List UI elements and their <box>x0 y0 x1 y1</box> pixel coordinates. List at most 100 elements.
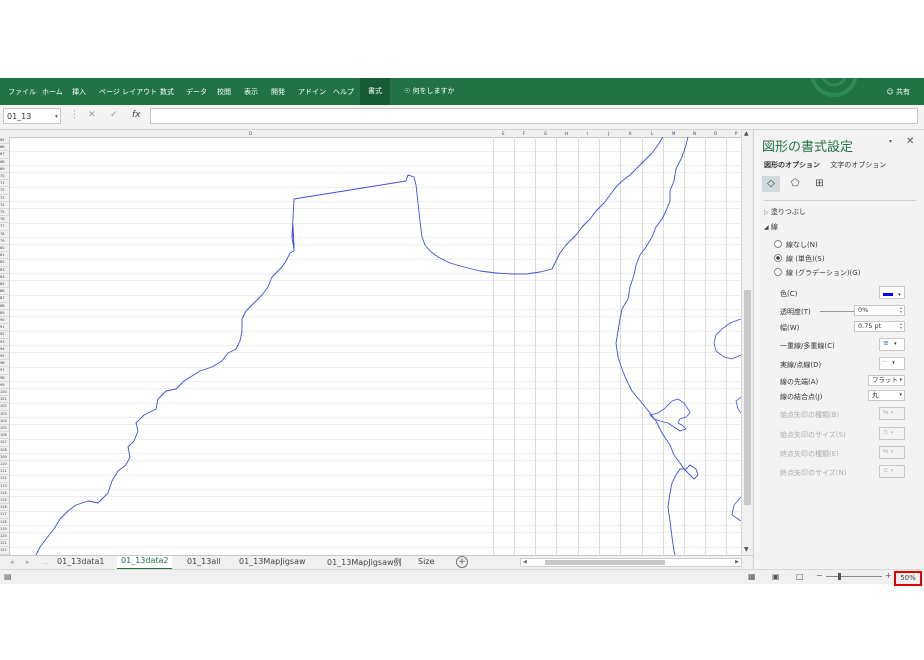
page-layout-view-icon[interactable]: ▣ <box>772 572 780 581</box>
row-header[interactable]: 107 <box>0 439 9 447</box>
end-arrow-type-dropdown[interactable]: ⇆ ▾ <box>879 446 905 459</box>
row-header[interactable]: 65 <box>0 137 9 145</box>
share-button[interactable]: ☺ 共有 <box>886 87 910 97</box>
tab-review[interactable]: 校閲 <box>217 87 231 97</box>
row-header[interactable]: 66 <box>0 144 9 152</box>
tell-me-search[interactable]: ☉ 何をしますか <box>404 86 455 96</box>
transparency-field[interactable]: 0% ▴ ▾ <box>854 305 905 316</box>
tab-text-options[interactable]: 文字のオプション <box>830 161 886 169</box>
scroll-up-icon[interactable]: ▲ <box>744 130 749 137</box>
tab-page-layout[interactable]: ページ レイアウト <box>99 87 157 97</box>
begin-arrow-size-dropdown[interactable]: ≡ ▾ <box>879 427 905 440</box>
begin-arrow-type-dropdown[interactable]: ⇆ ▾ <box>879 407 905 420</box>
close-icon[interactable]: ✕ <box>906 136 914 147</box>
row-header[interactable]: 112 <box>0 475 9 483</box>
zoom-in-icon[interactable]: + <box>885 571 892 580</box>
row-header[interactable]: 73 <box>0 195 9 202</box>
row-header[interactable]: 100 <box>0 389 9 397</box>
coastline-map-shape[interactable] <box>10 137 741 555</box>
sheet-tab[interactable]: 01_13MapJigsaw例 <box>327 557 402 568</box>
row-header[interactable]: 85 <box>0 281 9 289</box>
row-header[interactable]: 122 <box>0 547 9 555</box>
column-header[interactable]: O <box>714 131 717 136</box>
end-arrow-size-dropdown[interactable]: ≡ ▾ <box>879 465 905 478</box>
column-header[interactable]: K <box>629 131 632 136</box>
row-header[interactable]: 79 <box>0 238 9 245</box>
tab-shape-options[interactable]: 図形のオプション <box>764 161 820 169</box>
column-header[interactable]: P <box>735 131 737 136</box>
enter-icon[interactable]: ✓ <box>110 110 118 120</box>
scroll-down-icon[interactable]: ▼ <box>744 546 749 553</box>
tab-help[interactable]: ヘルプ <box>333 87 354 97</box>
scroll-left-icon[interactable]: ◀ <box>523 559 527 565</box>
page-break-view-icon[interactable]: □ <box>796 572 804 581</box>
row-header[interactable]: 78 <box>0 231 9 238</box>
width-field[interactable]: 0.75 pt ▴ ▾ <box>854 321 905 332</box>
pane-options-icon[interactable]: ▾ <box>889 138 892 145</box>
column-header[interactable]: N <box>693 131 696 136</box>
row-header[interactable]: 81 <box>0 252 9 260</box>
stepper-icon[interactable]: ▴ ▾ <box>900 322 902 330</box>
zoom-level[interactable]: 50% <box>894 571 922 586</box>
radio-button[interactable] <box>774 240 782 248</box>
prev-sheet-icon[interactable]: ◂ <box>10 558 14 566</box>
row-header[interactable]: 104 <box>0 418 9 425</box>
radio-no-line[interactable]: 線なし(N) <box>774 240 818 250</box>
row-header[interactable]: 114 <box>0 490 9 497</box>
row-header[interactable]: 118 <box>0 519 9 526</box>
row-header[interactable]: 90 <box>0 317 9 325</box>
row-header[interactable]: 70 <box>0 173 9 181</box>
row-header[interactable]: 71 <box>0 180 9 188</box>
column-header[interactable]: F <box>523 131 525 136</box>
tab-home[interactable]: ホーム <box>42 87 63 97</box>
fill-section-header[interactable]: ▷ 塗りつぶし <box>764 207 806 217</box>
tab-developer[interactable]: 開発 <box>271 87 285 97</box>
row-header[interactable]: 97 <box>0 367 9 375</box>
scroll-right-icon[interactable]: ▶ <box>735 559 739 565</box>
row-header[interactable]: 69 <box>0 166 9 173</box>
row-header[interactable]: 98 <box>0 375 9 382</box>
row-header[interactable]: 72 <box>0 187 9 195</box>
zoom-slider[interactable] <box>826 576 882 577</box>
name-box[interactable]: 01_13 ▾ <box>3 108 61 124</box>
row-header[interactable]: 96 <box>0 360 9 368</box>
row-header[interactable]: 101 <box>0 396 9 404</box>
row-header[interactable]: 117 <box>0 511 9 519</box>
row-header[interactable]: 109 <box>0 454 9 461</box>
row-header[interactable]: 76 <box>0 216 9 224</box>
row-header[interactable]: 88 <box>0 303 9 310</box>
row-header[interactable]: 94 <box>0 346 9 353</box>
row-header[interactable]: 115 <box>0 497 9 505</box>
transparency-slider[interactable] <box>820 311 858 312</box>
column-header[interactable]: G <box>544 131 547 136</box>
row-header[interactable]: 92 <box>0 331 9 339</box>
join-type-dropdown[interactable]: 丸 ▾ <box>868 390 905 401</box>
tab-file[interactable]: ファイル <box>8 87 36 97</box>
row-header[interactable]: 80 <box>0 245 9 253</box>
zoom-slider-knob[interactable] <box>838 573 841 580</box>
row-header[interactable]: 121 <box>0 540 9 548</box>
size-properties-icon[interactable]: ⊞ <box>810 176 828 192</box>
tab-insert[interactable]: 挿入 <box>72 87 86 97</box>
add-sheet-button[interactable]: + <box>456 556 468 568</box>
chevron-down-icon[interactable]: ▾ <box>55 109 58 125</box>
row-header[interactable]: 120 <box>0 533 9 541</box>
column-header[interactable]: L <box>651 131 653 136</box>
tab-formulas[interactable]: 数式 <box>160 87 174 97</box>
column-header[interactable]: J <box>608 131 609 136</box>
column-header[interactable]: H <box>565 131 568 136</box>
sheet-tab-active[interactable]: 01_13data2 <box>117 556 173 570</box>
row-header[interactable]: 116 <box>0 504 9 512</box>
more-icon[interactable]: ⋮ <box>70 110 79 120</box>
row-header[interactable]: 110 <box>0 461 9 469</box>
more-sheets-icon[interactable]: … <box>42 558 49 566</box>
row-header[interactable]: 108 <box>0 447 9 454</box>
vertical-scroll-thumb[interactable] <box>744 290 751 505</box>
row-header[interactable]: 99 <box>0 382 9 389</box>
macro-record-icon[interactable]: ▤ <box>4 572 12 581</box>
sheet-tab[interactable]: Size <box>418 557 434 566</box>
horizontal-scroll-thumb[interactable] <box>545 560 665 565</box>
line-color-picker[interactable]: ▾ <box>879 286 905 299</box>
radio-button[interactable] <box>774 268 782 276</box>
row-header[interactable]: 103 <box>0 411 9 418</box>
